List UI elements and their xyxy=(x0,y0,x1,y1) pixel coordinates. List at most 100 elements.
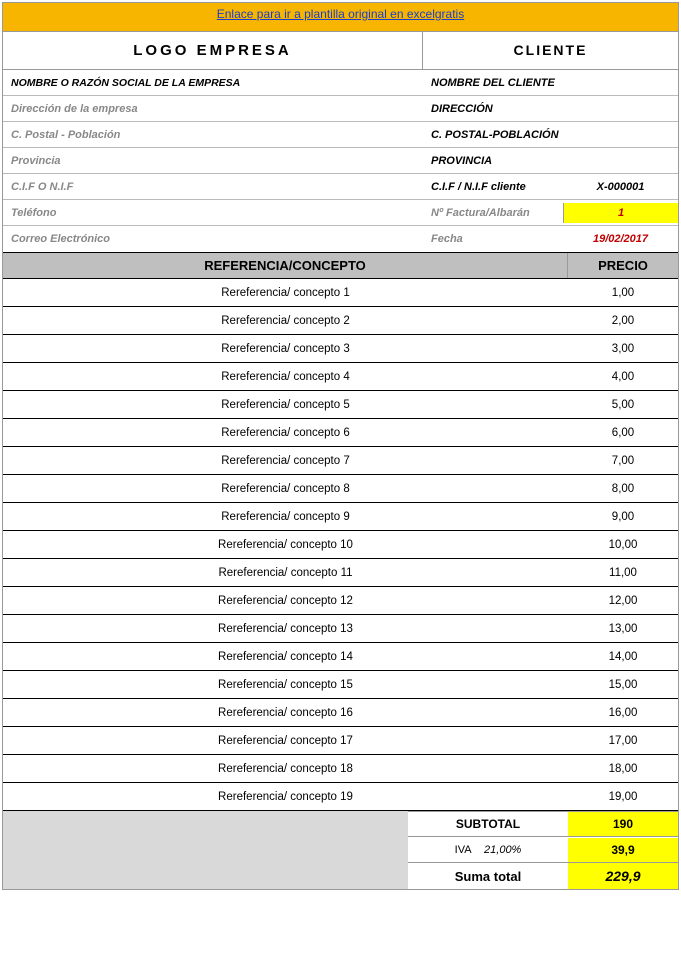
item-concept: Rereferencia/ concepto 14 xyxy=(3,645,568,669)
item-concept: Rereferencia/ concepto 19 xyxy=(3,785,568,809)
logo-empresa-header: LOGO EMPRESA xyxy=(3,32,423,69)
item-concept: Rereferencia/ concepto 5 xyxy=(3,393,568,417)
sum-row: Suma total 229,9 xyxy=(408,863,678,889)
item-row: Rereferencia/ concepto 55,00 xyxy=(3,391,678,419)
link-banner: Enlace para ir a plantilla original en e… xyxy=(3,3,678,32)
iva-value: 39,9 xyxy=(568,838,678,862)
item-concept: Rereferencia/ concepto 2 xyxy=(3,309,568,333)
totals-gray-fill xyxy=(3,811,408,889)
item-price: 19,00 xyxy=(568,785,678,809)
item-row: Rereferencia/ concepto 1414,00 xyxy=(3,643,678,671)
item-price: 4,00 xyxy=(568,365,678,389)
sum-value: 229,9 xyxy=(568,863,678,889)
item-concept: Rereferencia/ concepto 10 xyxy=(3,533,568,557)
client-postal-label: C. POSTAL-POBLACIÓN xyxy=(423,125,678,145)
item-row: Rereferencia/ concepto 1818,00 xyxy=(3,755,678,783)
company-cif-label: C.I.F O N.I.F xyxy=(3,177,423,197)
item-row: Rereferencia/ concepto 77,00 xyxy=(3,447,678,475)
item-price: 16,00 xyxy=(568,701,678,725)
row-cif: C.I.F O N.I.F C.I.F / N.I.F cliente X-00… xyxy=(3,174,678,200)
item-concept: Rereferencia/ concepto 15 xyxy=(3,673,568,697)
item-price: 7,00 xyxy=(568,449,678,473)
client-address-label: DIRECCIÓN xyxy=(423,99,678,119)
row-company-name: NOMBRE O RAZÓN SOCIAL DE LA EMPRESA NOMB… xyxy=(3,70,678,96)
item-concept: Rereferencia/ concepto 8 xyxy=(3,477,568,501)
item-price: 8,00 xyxy=(568,477,678,501)
item-concept: Rereferencia/ concepto 9 xyxy=(3,505,568,529)
client-province-label: PROVINCIA xyxy=(423,151,678,171)
row-email: Correo Electrónico Fecha 19/02/2017 xyxy=(3,226,678,252)
item-concept: Rereferencia/ concepto 1 xyxy=(3,281,568,305)
item-row: Rereferencia/ concepto 1919,00 xyxy=(3,783,678,811)
item-price: 5,00 xyxy=(568,393,678,417)
item-row: Rereferencia/ concepto 1717,00 xyxy=(3,727,678,755)
item-row: Rereferencia/ concepto 44,00 xyxy=(3,363,678,391)
items-container: Rereferencia/ concepto 11,00Rereferencia… xyxy=(3,279,678,811)
item-concept: Rereferencia/ concepto 16 xyxy=(3,701,568,725)
company-address-label: Dirección de la empresa xyxy=(3,99,423,119)
sum-label: Suma total xyxy=(408,864,568,889)
company-postal-label: C. Postal - Población xyxy=(3,125,423,145)
invoice-template: Enlace para ir a plantilla original en e… xyxy=(2,2,679,890)
item-concept: Rereferencia/ concepto 7 xyxy=(3,449,568,473)
subtotal-row: SUBTOTAL 190 xyxy=(408,811,678,837)
client-name-label: NOMBRE DEL CLIENTE xyxy=(423,73,678,93)
company-name-label: NOMBRE O RAZÓN SOCIAL DE LA EMPRESA xyxy=(3,73,423,93)
invoice-number-label: Nº Factura/Albarán xyxy=(423,203,563,223)
item-concept: Rereferencia/ concepto 4 xyxy=(3,365,568,389)
iva-label-text: IVA xyxy=(455,844,471,856)
item-row: Rereferencia/ concepto 11,00 xyxy=(3,279,678,307)
original-template-link[interactable]: Enlace para ir a plantilla original en e… xyxy=(217,7,464,21)
client-cif-value: X-000001 xyxy=(563,177,678,197)
row-address: Dirección de la empresa DIRECCIÓN xyxy=(3,96,678,122)
cliente-header: CLIENTE xyxy=(423,32,678,69)
iva-row: IVA 21,00% 39,9 xyxy=(408,837,678,863)
client-cif-label: C.I.F / N.I.F cliente xyxy=(423,177,563,197)
item-concept: Rereferencia/ concepto 12 xyxy=(3,589,568,613)
item-price: 11,00 xyxy=(568,561,678,585)
item-price: 13,00 xyxy=(568,617,678,641)
item-row: Rereferencia/ concepto 1212,00 xyxy=(3,587,678,615)
invoice-date-value: 19/02/2017 xyxy=(563,229,678,249)
concept-column-header: REFERENCIA/CONCEPTO xyxy=(3,253,568,278)
item-price: 9,00 xyxy=(568,505,678,529)
items-header-row: REFERENCIA/CONCEPTO PRECIO xyxy=(3,252,678,279)
item-price: 6,00 xyxy=(568,421,678,445)
item-row: Rereferencia/ concepto 1313,00 xyxy=(3,615,678,643)
subtotal-value: 190 xyxy=(568,812,678,836)
invoice-number-value: 1 xyxy=(563,203,678,223)
item-row: Rereferencia/ concepto 1515,00 xyxy=(3,671,678,699)
item-concept: Rereferencia/ concepto 6 xyxy=(3,421,568,445)
item-price: 15,00 xyxy=(568,673,678,697)
item-price: 17,00 xyxy=(568,729,678,753)
item-row: Rereferencia/ concepto 33,00 xyxy=(3,335,678,363)
iva-label: IVA 21,00% xyxy=(408,839,568,861)
company-phone-label: Teléfono xyxy=(3,203,423,223)
row-postal: C. Postal - Población C. POSTAL-POBLACIÓ… xyxy=(3,122,678,148)
item-price: 2,00 xyxy=(568,309,678,333)
item-row: Rereferencia/ concepto 66,00 xyxy=(3,419,678,447)
item-price: 1,00 xyxy=(568,281,678,305)
item-row: Rereferencia/ concepto 99,00 xyxy=(3,503,678,531)
item-price: 18,00 xyxy=(568,757,678,781)
iva-pct: 21,00% xyxy=(484,844,521,856)
item-row: Rereferencia/ concepto 88,00 xyxy=(3,475,678,503)
company-email-label: Correo Electrónico xyxy=(3,229,423,249)
item-row: Rereferencia/ concepto 22,00 xyxy=(3,307,678,335)
item-concept: Rereferencia/ concepto 3 xyxy=(3,337,568,361)
company-province-label: Provincia xyxy=(3,151,423,171)
item-concept: Rereferencia/ concepto 18 xyxy=(3,757,568,781)
item-price: 3,00 xyxy=(568,337,678,361)
subtotal-label: SUBTOTAL xyxy=(408,812,568,836)
item-row: Rereferencia/ concepto 1616,00 xyxy=(3,699,678,727)
totals-block: SUBTOTAL 190 IVA 21,00% 39,9 Suma total … xyxy=(3,811,678,889)
row-province: Provincia PROVINCIA xyxy=(3,148,678,174)
item-price: 12,00 xyxy=(568,589,678,613)
row-phone: Teléfono Nº Factura/Albarán 1 xyxy=(3,200,678,226)
header-row: LOGO EMPRESA CLIENTE xyxy=(3,32,678,70)
item-concept: Rereferencia/ concepto 11 xyxy=(3,561,568,585)
item-price: 14,00 xyxy=(568,645,678,669)
item-concept: Rereferencia/ concepto 17 xyxy=(3,729,568,753)
item-price: 10,00 xyxy=(568,533,678,557)
item-concept: Rereferencia/ concepto 13 xyxy=(3,617,568,641)
